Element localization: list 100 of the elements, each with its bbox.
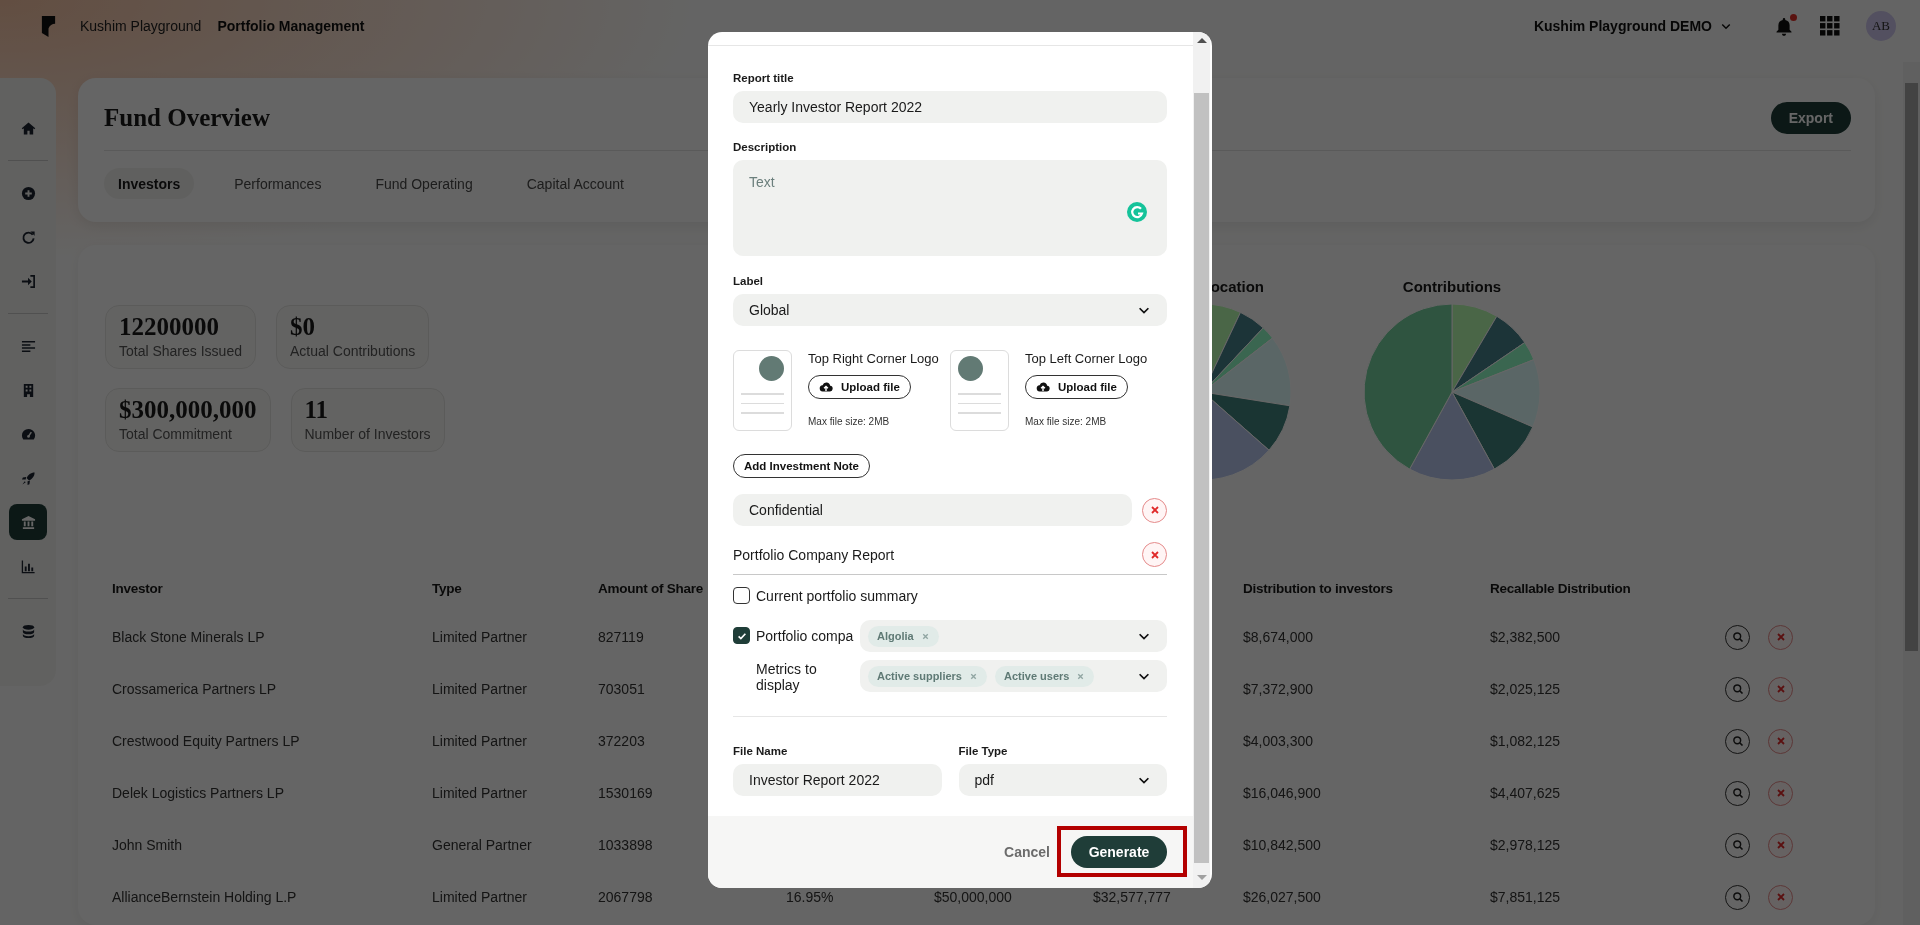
delete-button[interactable] [1768, 676, 1793, 702]
section-title: Portfolio Company Report [733, 545, 896, 565]
house-icon [20, 120, 36, 136]
upload-button[interactable]: Upload file [1025, 375, 1128, 399]
search-icon [1731, 891, 1744, 903]
apps-button[interactable] [1820, 16, 1840, 36]
close-icon [1774, 891, 1787, 903]
add-note-button[interactable]: Add Investment Note [733, 454, 870, 478]
table-cell: $16,046,900 [1243, 785, 1321, 801]
remove-button[interactable] [1142, 497, 1167, 523]
table-cell: 703051 [598, 681, 645, 697]
close-icon [1774, 631, 1787, 643]
column-header: Investor [112, 580, 163, 596]
remove-button[interactable] [1142, 542, 1167, 567]
table-cell: $10,842,500 [1243, 837, 1321, 853]
stat-value: 12200000 [119, 312, 220, 342]
table-cell: $50,000,000 [934, 889, 1012, 905]
table-cell: Limited Partner [432, 629, 527, 645]
table-cell: John Smith [112, 837, 183, 853]
field-label: File Name [733, 744, 789, 759]
scrollbar[interactable] [1193, 32, 1210, 888]
table-cell: $2,025,125 [1490, 681, 1561, 697]
table-cell: $4,407,625 [1490, 785, 1561, 801]
stat-value: $0 [289, 312, 316, 342]
apps-grid-icon [1820, 16, 1840, 36]
remove-icon[interactable] [920, 631, 930, 641]
file-type-select[interactable]: pdf [958, 764, 1167, 796]
tab[interactable]: Capital Account [512, 168, 638, 199]
stat-value: $300,000,000 [119, 395, 257, 425]
note-field[interactable]: Confidential [733, 494, 1132, 526]
table-cell: Limited Partner [432, 733, 527, 749]
export-button[interactable]: Export [1770, 102, 1851, 134]
workspace-name: Kushim Playground [80, 18, 202, 34]
delete-button[interactable] [1768, 780, 1793, 806]
file-name-field[interactable]: Investor Report 2022 [733, 764, 942, 796]
table-cell: 2067798 [598, 889, 653, 905]
checkbox[interactable] [733, 627, 750, 644]
page-title: Fund Overview [104, 104, 270, 132]
table-cell: $1,082,125 [1490, 733, 1561, 749]
delete-button[interactable] [1768, 728, 1793, 754]
bell-icon [1774, 16, 1794, 36]
option-label: Current portfolio summary [756, 587, 919, 605]
field-label: Report title [733, 71, 795, 86]
remove-icon[interactable] [969, 671, 978, 681]
stat-label: Total Commitment [119, 425, 233, 443]
tab[interactable]: Investors [104, 168, 195, 199]
tag-label: Algolia [877, 630, 914, 642]
checkbox[interactable] [733, 587, 750, 604]
table-cell: Crossamerica Partners LP [112, 681, 277, 697]
description-field[interactable]: Text [733, 160, 1167, 256]
plus-circle-icon [20, 185, 36, 201]
search-icon [1731, 683, 1744, 695]
table-cell: Limited Partner [432, 889, 527, 905]
table-cell: 1530169 [598, 785, 653, 801]
table-cell: $32,577,777 [1093, 889, 1171, 905]
delete-button[interactable] [1768, 884, 1793, 910]
table-cell: $26,027,500 [1243, 889, 1321, 905]
notifications-button[interactable] [1774, 16, 1794, 36]
generate-button[interactable]: Generate [1071, 836, 1167, 868]
table-cell: 16.95% [786, 889, 834, 905]
multi-select[interactable]: Active suppliers Active users [860, 660, 1167, 692]
label-select[interactable]: Global [733, 294, 1167, 326]
delete-button[interactable] [1768, 624, 1793, 650]
account-switcher[interactable]: Kushim Playground DEMO [1533, 18, 1732, 34]
close-icon [1774, 787, 1787, 799]
sign-in-icon [20, 273, 36, 289]
field-label: File Type [958, 744, 1009, 759]
search-icon [1731, 787, 1744, 799]
close-icon [1774, 683, 1787, 695]
report-title-field[interactable]: Yearly Investor Report 2022 [733, 91, 1167, 123]
tab[interactable]: Performances [220, 168, 336, 199]
column-header: Amount of Share [598, 580, 703, 596]
table-cell: $2,978,125 [1490, 837, 1561, 853]
close-icon [1148, 504, 1161, 516]
sidebar-item[interactable] [9, 504, 47, 540]
column-header: Distribution to investors [1243, 580, 1393, 596]
close-icon [1774, 839, 1787, 851]
option-label: Portfolio compa [756, 627, 855, 645]
search-icon [1731, 631, 1744, 643]
tag-label: Active users [1004, 670, 1070, 682]
cancel-button[interactable]: Cancel [1004, 844, 1050, 860]
gauge-icon [20, 426, 36, 442]
remove-icon[interactable] [1076, 671, 1086, 681]
table-cell: $7,372,900 [1243, 681, 1314, 697]
table-cell: 372203 [598, 733, 645, 749]
search-icon [1731, 839, 1744, 851]
delete-button[interactable] [1768, 832, 1793, 858]
tab[interactable]: Fund Operating [361, 168, 487, 199]
multi-select[interactable]: Algolia [860, 620, 1167, 652]
table-cell: Limited Partner [432, 681, 527, 697]
table-cell: $2,382,500 [1490, 629, 1561, 645]
upload-button[interactable]: Upload file [808, 375, 911, 399]
refresh-icon [20, 229, 36, 245]
chart-title: ocation [1210, 278, 1265, 296]
scrollbar[interactable] [1903, 62, 1920, 925]
search-icon [1731, 735, 1744, 747]
field-label: Label [733, 274, 765, 289]
table-cell: 827119 [598, 629, 644, 645]
table-cell: $4,003,300 [1243, 733, 1314, 749]
logo-title: Top Right Corner Logo [808, 350, 939, 368]
